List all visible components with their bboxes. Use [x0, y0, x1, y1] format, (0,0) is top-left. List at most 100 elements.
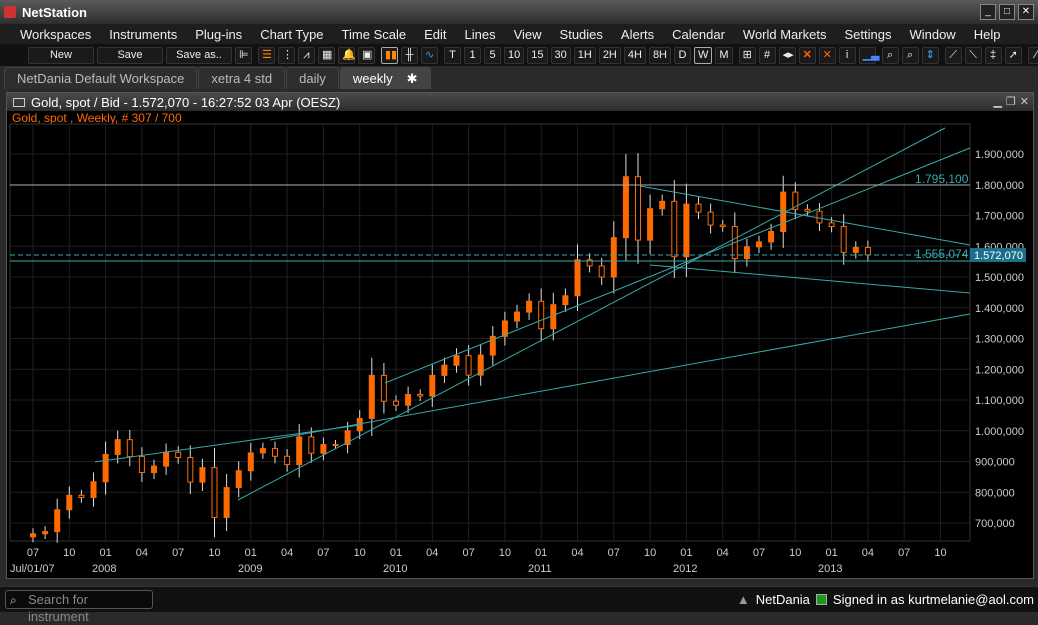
x-tick-label: 01	[680, 547, 692, 559]
candle	[538, 300, 545, 330]
candle	[840, 226, 847, 253]
candle	[526, 300, 533, 313]
candle	[574, 259, 581, 297]
y-tick-label: 1.100,000	[975, 395, 1024, 407]
candle	[598, 265, 605, 278]
x-tick-label: 04	[571, 547, 583, 559]
x-tick-label: 07	[898, 547, 910, 559]
candle	[138, 456, 145, 474]
y-tick-label: 1.400,000	[975, 303, 1024, 315]
candle	[743, 246, 750, 260]
x-tick-label: 10	[644, 547, 656, 559]
candle	[151, 465, 157, 474]
signed-in-label: Signed in as kurtmelanie@aol.com	[832, 592, 1034, 607]
candle	[332, 444, 339, 447]
candle	[683, 203, 690, 258]
y-tick-label: 1.300,000	[975, 334, 1024, 346]
x-tick-label: 01	[535, 547, 547, 559]
price-chart[interactable]: 1.900,0001.800,0001.700,0001.600,0001.50…	[0, 0, 1038, 585]
candle	[465, 355, 472, 376]
year-label: 2011	[528, 563, 552, 575]
candle	[647, 208, 654, 241]
candle	[284, 455, 291, 466]
status-bar: ⌕ Search for instrument ▲ NetDania Signed i…	[0, 586, 1038, 624]
year-label: 2012	[673, 563, 697, 575]
candle	[54, 509, 61, 533]
candle	[610, 237, 617, 278]
connection-status-icon	[815, 594, 827, 605]
candle	[163, 451, 170, 467]
resistance-label: 1.795,100	[915, 172, 969, 186]
candle	[320, 444, 327, 454]
candle	[368, 374, 375, 419]
candle	[296, 436, 303, 466]
candle	[707, 211, 714, 226]
candle	[235, 470, 242, 489]
candle	[114, 439, 121, 455]
x-tick-label: 07	[172, 547, 184, 559]
candle	[380, 374, 387, 402]
year-label: Jul/01/07	[10, 563, 55, 575]
candle	[852, 246, 859, 253]
x-tick-label: 10	[354, 547, 366, 559]
candle	[671, 200, 678, 258]
year-label: 2013	[818, 563, 842, 575]
candle	[562, 295, 569, 306]
candle	[187, 457, 194, 483]
candle	[259, 448, 266, 454]
y-tick-label: 1.700,000	[975, 211, 1024, 223]
search-input[interactable]: ⌕ Search for instrument	[5, 590, 153, 624]
x-tick-label: 10	[934, 547, 946, 559]
candle	[864, 246, 871, 256]
support-label: 1.555,074	[915, 247, 969, 261]
candle	[211, 467, 218, 518]
candle	[393, 400, 399, 406]
x-tick-label: 04	[426, 547, 438, 559]
x-tick-label: 04	[281, 547, 293, 559]
x-tick-label: 10	[499, 547, 511, 559]
candle	[429, 374, 436, 397]
x-tick-label: 10	[789, 547, 801, 559]
y-tick-label: 1.200,000	[975, 364, 1024, 376]
y-tick-label: 1.900,000	[975, 149, 1024, 161]
year-label: 2010	[383, 563, 407, 575]
candle	[804, 208, 811, 212]
y-tick-label: 800,000	[975, 487, 1015, 499]
x-tick-label: 10	[63, 547, 75, 559]
candle	[223, 487, 230, 518]
search-placeholder: Search for instrument	[28, 592, 89, 624]
x-tick-label: 07	[462, 547, 474, 559]
x-tick-label: 07	[27, 547, 39, 559]
current-price-label: 1.572,070	[974, 250, 1023, 262]
x-tick-label: 01	[245, 547, 257, 559]
candle	[550, 304, 557, 330]
candle	[175, 451, 182, 459]
x-tick-label: 01	[825, 547, 837, 559]
x-tick-label: 04	[136, 547, 148, 559]
search-icon: ⌕	[10, 593, 17, 607]
candle	[90, 481, 97, 498]
candle	[719, 224, 726, 228]
y-tick-label: 1.500,000	[975, 272, 1024, 284]
candle	[308, 436, 315, 454]
candle	[622, 176, 629, 239]
candle	[126, 439, 133, 458]
candle	[30, 533, 36, 538]
y-tick-label: 1.000,000	[975, 426, 1024, 438]
candle	[659, 200, 666, 210]
x-tick-label: 01	[390, 547, 402, 559]
x-tick-label: 07	[608, 547, 620, 559]
x-tick-label: 04	[862, 547, 874, 559]
x-tick-label: 10	[208, 547, 220, 559]
candle	[441, 364, 448, 376]
candle	[199, 467, 206, 483]
candle	[272, 448, 278, 457]
candle	[828, 222, 835, 228]
x-tick-label: 07	[753, 547, 765, 559]
candle	[695, 203, 702, 213]
candle	[42, 531, 49, 535]
candle	[78, 494, 85, 498]
candle	[756, 241, 762, 248]
candle	[417, 393, 424, 397]
bell-icon[interactable]: ▲	[737, 592, 750, 607]
